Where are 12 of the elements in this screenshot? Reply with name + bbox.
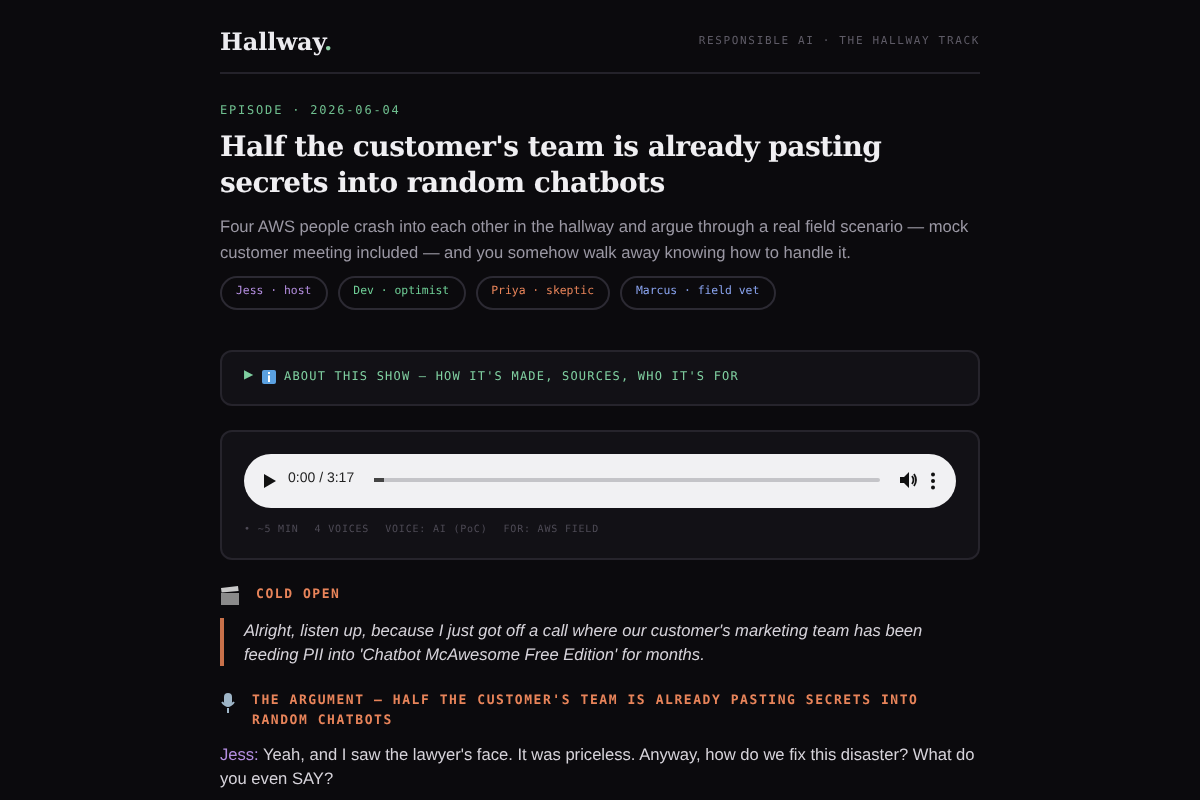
seek-track[interactable] xyxy=(374,478,880,483)
brand-logo[interactable]: Hallway. xyxy=(220,24,333,60)
quote-text: Alright, listen up, because I just got off a call where our customer's marketing team has been feeding PII into 'Chatbot McAwesome Free Edition' for months. xyxy=(244,618,925,667)
info-icon xyxy=(262,370,276,385)
dialogue-line: Jess: Yeah, and I saw the lawyer's face. It was priceless. Anyway, how do we fix this disaster? What do you even SAY? xyxy=(220,742,977,791)
volume-icon[interactable] xyxy=(900,472,918,489)
episode-title: Half the customer's team is already pasting secrets into random chatbots xyxy=(220,130,884,202)
play-icon[interactable] xyxy=(264,473,276,488)
microphone-icon xyxy=(220,692,236,715)
more-options-icon[interactable] xyxy=(930,471,936,490)
clapperboard-icon xyxy=(220,586,240,607)
episode-description: Four AWS people crash into each other in the hallway and argue through a real field scenario — mock customer meeting included — and you somehow walk away knowing how to handle it. xyxy=(220,214,971,264)
